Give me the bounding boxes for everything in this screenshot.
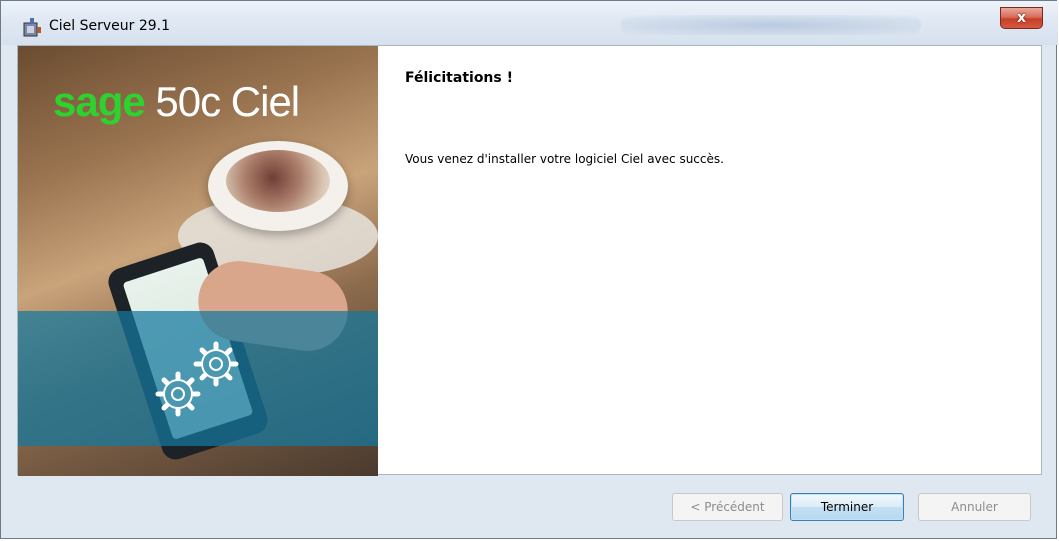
logo-brand: sage xyxy=(53,78,146,125)
finish-button[interactable]: Terminer xyxy=(790,493,904,521)
title-bar-glow xyxy=(621,15,921,35)
close-button[interactable]: x xyxy=(1000,7,1043,29)
product-logo: sage 50c Ciel xyxy=(53,78,300,126)
coffee-shape xyxy=(226,150,330,212)
previous-button[interactable]: < Précédent xyxy=(672,493,783,521)
window-title: Ciel Serveur 29.1 xyxy=(49,18,171,34)
title-bar[interactable]: Ciel Serveur 29.1 x xyxy=(1,1,1058,45)
cancel-button[interactable]: Annuler xyxy=(918,493,1031,521)
installer-window: Ciel Serveur 29.1 x sage 50c Ciel Félici… xyxy=(0,0,1058,539)
hero-image: sage 50c Ciel xyxy=(18,46,378,476)
success-heading: Félicitations ! xyxy=(405,70,513,86)
installer-icon xyxy=(23,18,41,37)
gears-icon xyxy=(155,341,239,417)
logo-product: 50c Ciel xyxy=(144,78,300,125)
close-icon: x xyxy=(1016,10,1027,26)
client-area: sage 50c Ciel xyxy=(17,45,1042,476)
success-message: Vous venez d'installer votre logiciel Ci… xyxy=(405,152,724,166)
